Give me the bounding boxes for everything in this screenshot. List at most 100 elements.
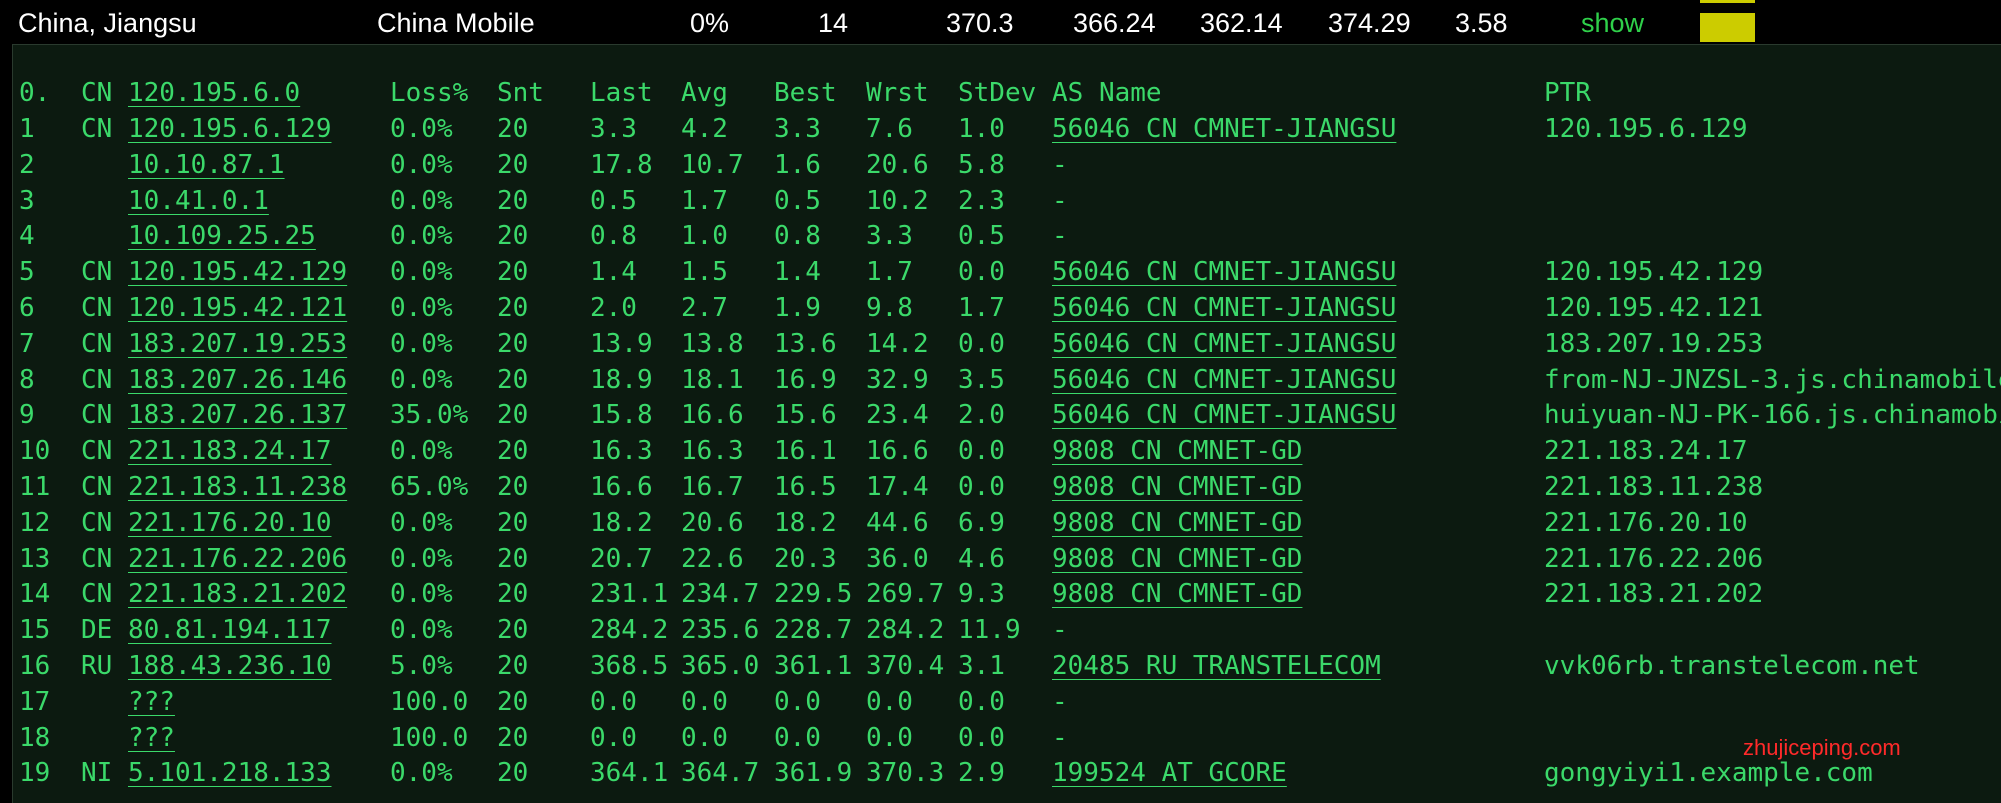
hop-last: 231.1 [590, 579, 669, 609]
hop-avg: 235.6 [681, 615, 760, 645]
hop-last: 0.0 [590, 723, 637, 753]
hop-avg: 18.1 [681, 365, 744, 395]
hop-num: 6 [19, 293, 35, 323]
color-swatch-top [1700, 0, 1755, 3]
hop-host-link[interactable]: 188.43.236.10 [128, 648, 332, 684]
hop-host-link[interactable]: 120.195.42.121 [128, 290, 347, 326]
hop-last: 284.2 [590, 615, 669, 645]
summary-hops: 14 [818, 8, 849, 38]
hop-country: CN [81, 257, 113, 287]
hop-last: 15.8 [590, 400, 653, 430]
hop-num: 2 [19, 150, 35, 180]
terminal-panel: 0. CN 120.195.6.0 Loss% Snt Last Avg Bes… [12, 44, 2001, 803]
hop-num: 3 [19, 186, 35, 216]
hop-last: 364.1 [590, 758, 669, 788]
hop-last: 3.3 [590, 114, 637, 144]
hop-avg: 16.7 [681, 472, 744, 502]
table-row: 4 10.109.25.25 0.0% 20 0.8 1.0 0.8 3.3 0.5 - [13, 218, 2001, 254]
summary-avg: 366.24 [1073, 8, 1156, 38]
hop-host-link[interactable]: 183.207.19.253 [128, 326, 347, 362]
hop-num: 15 [19, 615, 51, 645]
hop-host-link[interactable]: 221.183.11.238 [128, 469, 347, 505]
hop-wrst: 23.4 [866, 400, 929, 430]
hop-as-link[interactable]: 56046 CN CMNET-JIANGSU [1052, 254, 1396, 290]
header-num: 0. [19, 78, 51, 108]
hop-host-link[interactable]: ??? [128, 720, 175, 756]
hop-snt: 20 [497, 687, 529, 717]
hop-country: CN [81, 579, 113, 609]
hop-as-link[interactable]: 9808 CN CMNET-GD [1052, 433, 1302, 469]
hop-country: DE [81, 615, 113, 645]
hop-as-link[interactable]: 9808 CN CMNET-GD [1052, 505, 1302, 541]
hop-as-link[interactable]: 56046 CN CMNET-JIANGSU [1052, 326, 1396, 362]
hop-last: 17.8 [590, 150, 653, 180]
hop-wrst: 10.2 [866, 186, 929, 216]
hop-ptr: vvk06rb.transtelecom.net [1544, 651, 1920, 681]
hop-loss: 0.0% [390, 579, 453, 609]
hop-avg: 234.7 [681, 579, 760, 609]
hop-country: NI [81, 758, 113, 788]
summary-isp: China Mobile [377, 8, 535, 38]
hop-avg: 13.8 [681, 329, 744, 359]
hop-best: 1.6 [774, 150, 821, 180]
hop-num: 18 [19, 723, 51, 753]
hop-host-link[interactable]: 5.101.218.133 [128, 755, 332, 791]
hop-avg: 364.7 [681, 758, 760, 788]
hop-snt: 20 [497, 472, 529, 502]
hop-country: RU [81, 651, 113, 681]
table-row: 13 CN 221.176.22.206 0.0% 20 20.7 22.6 20.3 36.0… [13, 541, 2001, 577]
hop-host-link[interactable]: 10.10.87.1 [128, 147, 285, 183]
hop-last: 16.3 [590, 436, 653, 466]
hop-best: 16.5 [774, 472, 837, 502]
hop-host-link[interactable]: 221.183.21.202 [128, 576, 347, 612]
hop-as-link[interactable]: 20485 RU TRANSTELECOM [1052, 648, 1381, 684]
hop-num: 11 [19, 472, 51, 502]
hop-snt: 20 [497, 150, 529, 180]
hop-host-link[interactable]: ??? [128, 684, 175, 720]
hop-loss: 0.0% [390, 615, 453, 645]
hop-host-link[interactable]: 120.195.6.129 [128, 111, 332, 147]
hop-last: 0.5 [590, 186, 637, 216]
hop-stdev: 1.7 [958, 293, 1005, 323]
hop-ptr: 221.176.22.206 [1544, 544, 1764, 574]
hop-as-link[interactable]: 9808 CN CMNET-GD [1052, 541, 1302, 577]
table-row: 16 RU 188.43.236.10 5.0% 20 368.5 365.0 361.1 37… [13, 648, 2001, 684]
header-last: Last [590, 78, 653, 108]
table-row: 11 CN 221.183.11.238 65.0% 20 16.6 16.7 16.5 17.… [13, 469, 2001, 505]
hop-host-link[interactable]: 10.41.0.1 [128, 183, 269, 219]
header-avg: Avg [681, 78, 728, 108]
hop-host-link[interactable]: 221.176.20.10 [128, 505, 332, 541]
hop-host-link[interactable]: 221.183.24.17 [128, 433, 332, 469]
hop-wrst: 1.7 [866, 257, 913, 287]
hop-avg: 22.6 [681, 544, 744, 574]
hop-avg: 0.0 [681, 723, 728, 753]
hop-loss: 0.0% [390, 329, 453, 359]
summary-best: 362.14 [1200, 8, 1283, 38]
show-link[interactable]: show [1581, 8, 1644, 39]
hop-last: 16.6 [590, 472, 653, 502]
hop-host-link[interactable]: 10.109.25.25 [128, 218, 316, 254]
header-host[interactable]: 120.195.6.0 [128, 75, 300, 111]
hop-host-link[interactable]: 120.195.42.129 [128, 254, 347, 290]
hop-host-link[interactable]: 183.207.26.146 [128, 362, 347, 398]
hop-wrst: 284.2 [866, 615, 945, 645]
hop-as-link[interactable]: 9808 CN CMNET-GD [1052, 469, 1302, 505]
hop-loss: 35.0% [390, 400, 469, 430]
hop-as-link[interactable]: 199524 AT GCORE [1052, 755, 1287, 791]
hop-as-link[interactable]: 56046 CN CMNET-JIANGSU [1052, 111, 1396, 147]
hop-host-link[interactable]: 221.176.22.206 [128, 541, 347, 577]
hop-host-link[interactable]: 183.207.26.137 [128, 397, 347, 433]
hop-stdev: 11.9 [958, 615, 1021, 645]
hop-best: 20.3 [774, 544, 837, 574]
hop-num: 4 [19, 221, 35, 251]
hop-loss: 0.0% [390, 114, 453, 144]
hop-snt: 20 [497, 186, 529, 216]
hop-as-link[interactable]: 56046 CN CMNET-JIANGSU [1052, 397, 1396, 433]
hop-loss: 65.0% [390, 472, 469, 502]
hop-as-link[interactable]: 56046 CN CMNET-JIANGSU [1052, 290, 1396, 326]
hop-wrst: 370.3 [866, 758, 945, 788]
hop-as-link[interactable]: 9808 CN CMNET-GD [1052, 576, 1302, 612]
hop-as-link[interactable]: 56046 CN CMNET-JIANGSU [1052, 362, 1396, 398]
hop-snt: 20 [497, 221, 529, 251]
hop-host-link[interactable]: 80.81.194.117 [128, 612, 332, 648]
